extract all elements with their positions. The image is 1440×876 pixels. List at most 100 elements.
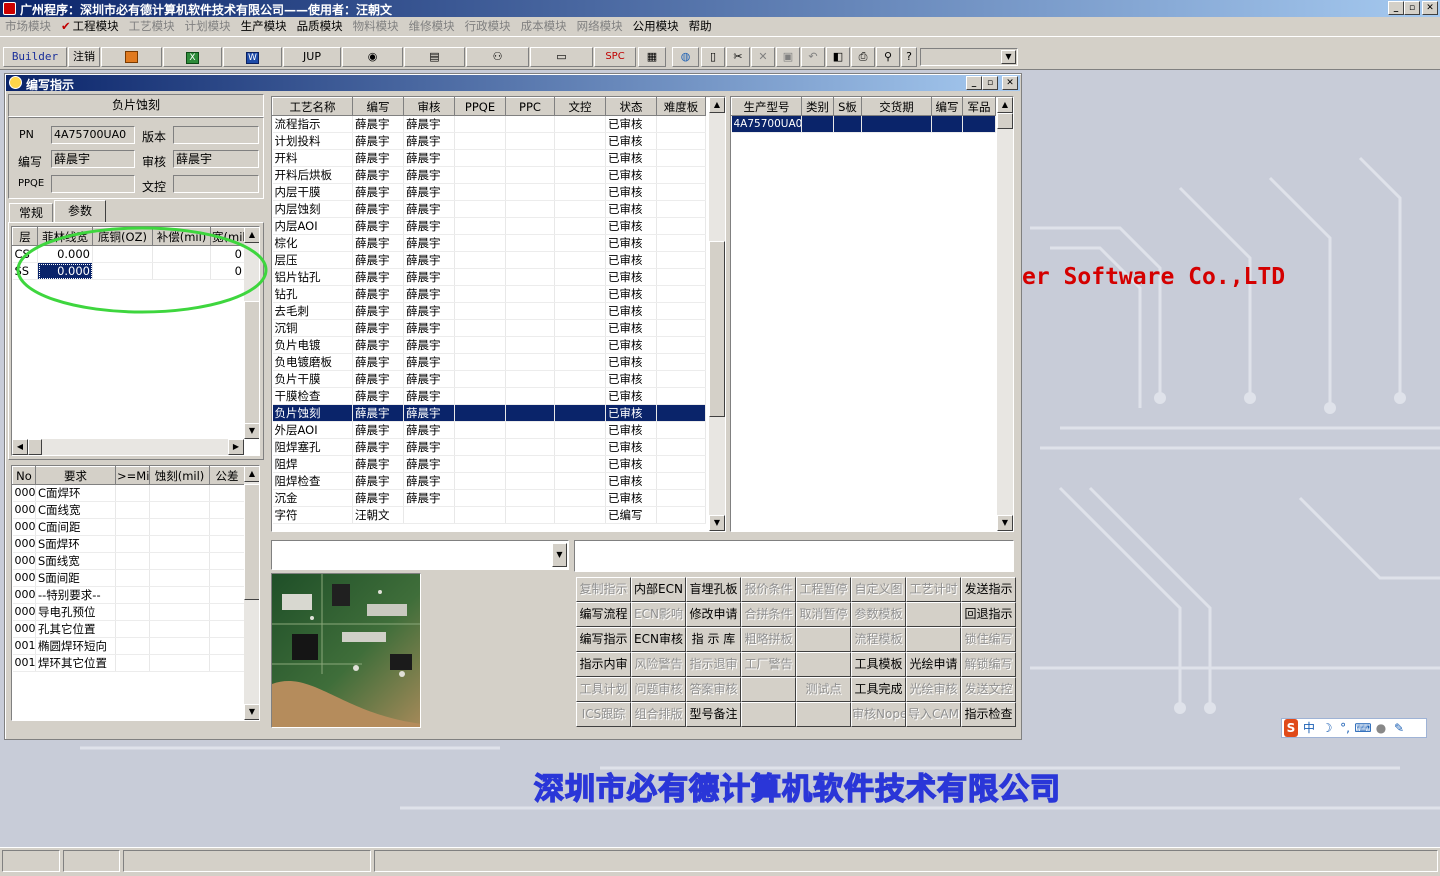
requirement-grid-header-3[interactable]: 蚀刻(mil) — [149, 466, 210, 485]
ppqe-cell[interactable] — [454, 472, 506, 490]
action-button-1-2[interactable]: 修改申请 — [686, 602, 741, 627]
no-cell[interactable]: 000 — [12, 552, 36, 570]
requirement-cell[interactable]: C面线宽 — [35, 501, 116, 519]
model-col-cell[interactable] — [931, 115, 963, 133]
close-button[interactable]: ✕ — [1422, 1, 1438, 15]
mil-cell[interactable] — [115, 518, 150, 536]
ppqe-cell[interactable] — [454, 251, 506, 269]
auditor-cell[interactable]: 薛晨宇 — [403, 472, 455, 490]
doc-cell[interactable] — [554, 336, 606, 354]
doc-cell[interactable] — [554, 285, 606, 303]
ppc-cell[interactable] — [505, 285, 555, 303]
table-row[interactable]: 内层蚀刻 薛晨宇 薛晨宇 已审核 — [272, 200, 706, 218]
database-icon[interactable]: ▤ — [404, 47, 465, 67]
action-button-0-6[interactable]: 工艺计时 — [906, 577, 961, 602]
status-cell[interactable]: 已编写 — [605, 506, 657, 524]
delete-icon[interactable]: ✕ — [751, 47, 775, 67]
auditor-cell[interactable]: 薛晨宇 — [403, 319, 455, 337]
scroll-up-icon[interactable]: ▲ — [244, 466, 259, 482]
model-col-cell[interactable] — [861, 115, 932, 133]
ppc-cell[interactable] — [505, 489, 555, 507]
action-button-2-1[interactable]: ECN审核 — [631, 627, 686, 652]
ppqe-cell[interactable] — [454, 285, 506, 303]
action-button-3-4[interactable] — [796, 652, 851, 677]
action-button-4-6[interactable]: 光绘审核 — [906, 677, 961, 702]
ppc-cell[interactable] — [505, 336, 555, 354]
help-icon[interactable]: ? — [901, 47, 917, 67]
table-row[interactable]: 001 椭圆焊环短向 — [12, 637, 245, 655]
save-icon[interactable]: ▣ — [776, 47, 800, 67]
process-grid-header-6[interactable]: 状态 — [605, 97, 657, 116]
table-row[interactable]: 沉铜 薛晨宇 薛晨宇 已审核 — [272, 319, 706, 337]
version-field[interactable] — [173, 126, 259, 144]
child-restore-button[interactable]: ▫ — [982, 76, 998, 90]
doc-cell[interactable] — [554, 234, 606, 252]
process-name-cell[interactable]: 负电镀磨板 — [272, 353, 353, 371]
action-button-5-4[interactable] — [796, 702, 851, 727]
auditor-cell[interactable]: 薛晨宇 — [403, 438, 455, 456]
action-button-5-7[interactable]: 指示检查 — [961, 702, 1016, 727]
requirement-scroll-thumb[interactable] — [244, 484, 259, 600]
writer-cell[interactable]: 薛晨宇 — [352, 319, 404, 337]
auditor-cell[interactable]: 薛晨宇 — [403, 302, 455, 320]
ppc-cell[interactable] — [505, 353, 555, 371]
mil-cell[interactable] — [115, 620, 150, 638]
difficulty-cell[interactable] — [656, 217, 706, 235]
action-button-0-0[interactable]: 复制指示 — [576, 577, 631, 602]
writer-cell[interactable]: 薛晨宇 — [352, 115, 404, 133]
table-row[interactable]: 内层干膜 薛晨宇 薛晨宇 已审核 — [272, 183, 706, 201]
auditor-cell[interactable]: 薛晨宇 — [403, 421, 455, 439]
child-close-button[interactable]: ✕ — [1002, 76, 1018, 90]
auditor-cell[interactable] — [403, 506, 455, 524]
scroll-down-icon[interactable]: ▼ — [244, 704, 259, 720]
table-row[interactable]: 开料 薛晨宇 薛晨宇 已审核 — [272, 149, 706, 167]
action-button-3-5[interactable]: 工具模板 — [851, 652, 906, 677]
writer-cell[interactable]: 薛晨宇 — [352, 489, 404, 507]
action-button-1-0[interactable]: 编写流程 — [576, 602, 631, 627]
auditor-cell[interactable]: 薛晨宇 — [403, 285, 455, 303]
cut-icon[interactable]: ✂ — [726, 47, 750, 67]
action-button-4-4[interactable]: 测试点 — [796, 677, 851, 702]
writer-cell[interactable]: 薛晨宇 — [352, 132, 404, 150]
ppc-cell[interactable] — [505, 251, 555, 269]
doc-cell[interactable] — [554, 268, 606, 286]
menu-item-9[interactable]: 成本模块 — [516, 17, 572, 35]
spc-button[interactable]: SPC — [594, 47, 636, 67]
model-grid-header-5[interactable]: 军品 — [962, 97, 996, 116]
difficulty-cell[interactable] — [656, 149, 706, 167]
process-name-cell[interactable]: 开料后烘板 — [272, 166, 353, 184]
process-grid-header-1[interactable]: 编写 — [352, 97, 404, 116]
process-grid-header-3[interactable]: PPQE — [454, 97, 506, 116]
status-cell[interactable]: 已审核 — [605, 268, 657, 286]
etch-cell[interactable] — [149, 569, 210, 587]
auditor-cell[interactable]: 薛晨宇 — [403, 404, 455, 422]
ppc-cell[interactable] — [505, 166, 555, 184]
status-cell[interactable]: 已审核 — [605, 149, 657, 167]
table-row[interactable]: 负片电镀 薛晨宇 薛晨宇 已审核 — [272, 336, 706, 354]
tab-params[interactable]: 参数 — [54, 200, 106, 222]
ppc-cell[interactable] — [505, 234, 555, 252]
excel-icon[interactable]: X — [163, 47, 222, 67]
doc-cell[interactable] — [554, 438, 606, 456]
doc-cell[interactable] — [554, 319, 606, 337]
action-button-1-4[interactable]: 取消暂停 — [796, 602, 851, 627]
action-button-5-0[interactable]: ICS跟踪 — [576, 702, 631, 727]
tol-cell[interactable] — [209, 569, 245, 587]
action-button-1-5[interactable]: 参数模板 — [851, 602, 906, 627]
action-button-1-6[interactable] — [906, 602, 961, 627]
action-button-2-4[interactable] — [796, 627, 851, 652]
auditor-cell[interactable]: 薛晨宇 — [403, 387, 455, 405]
user-icon[interactable]: ● — [1372, 719, 1390, 737]
process-name-cell[interactable]: 字符 — [272, 506, 353, 524]
action-button-3-2[interactable]: 指示退审 — [686, 652, 741, 677]
toolbar-combo[interactable]: ▼ — [920, 48, 1018, 66]
auditor-cell[interactable]: 薛晨宇 — [403, 132, 455, 150]
status-cell[interactable]: 已审核 — [605, 217, 657, 235]
auditor-cell[interactable]: 薛晨宇 — [403, 115, 455, 133]
writer-cell[interactable]: 薛晨宇 — [352, 217, 404, 235]
mil-cell[interactable] — [115, 569, 150, 587]
requirement-cell[interactable]: C面焊环 — [35, 484, 116, 502]
auditor-cell[interactable]: 薛晨宇 — [403, 489, 455, 507]
wrench-icon[interactable]: ✎ — [1390, 719, 1408, 737]
process-name-cell[interactable]: 负片蚀刻 — [272, 404, 353, 422]
